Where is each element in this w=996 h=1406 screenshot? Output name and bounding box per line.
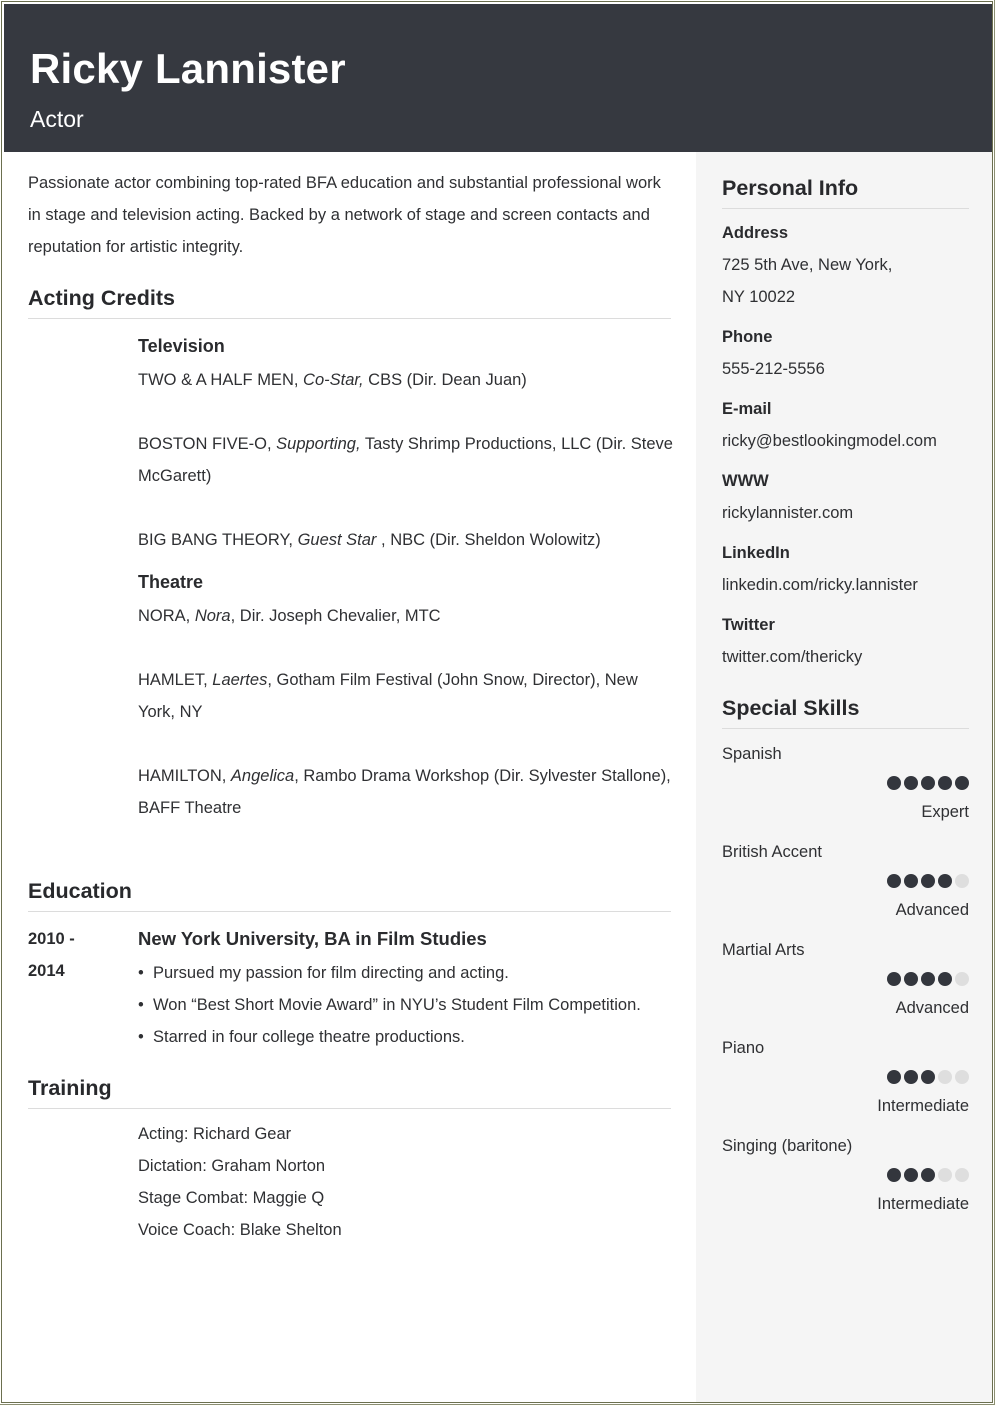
- training-heading: Training: [28, 1074, 671, 1109]
- credit-show: BIG BANG THEORY,: [138, 531, 298, 549]
- acting-credits-heading: Acting Credits: [28, 284, 671, 319]
- resume-header: Ricky Lannister Actor: [4, 4, 992, 152]
- skill-level: Advanced: [895, 901, 969, 919]
- credit-show: HAMILTON,: [138, 767, 231, 785]
- credit-show: BOSTON FIVE-O,: [138, 435, 277, 453]
- sidebar: Personal Info Address 725 5th Ave, New Y…: [696, 152, 992, 1402]
- twitter-label: Twitter: [722, 616, 775, 634]
- email-value: ricky@bestlookingmodel.com: [722, 432, 937, 450]
- rating-dot-empty: [938, 1070, 952, 1084]
- rating-dot-empty: [955, 972, 969, 986]
- phone-label: Phone: [722, 328, 773, 346]
- rating-dot-filled: [921, 1070, 935, 1084]
- candidate-name: Ricky Lannister: [30, 45, 346, 92]
- www-value: rickylannister.com: [722, 504, 854, 522]
- rating-dot-filled: [887, 874, 901, 888]
- education-date-start: 2010 -: [28, 930, 75, 948]
- training-item: Dictation: Graham Norton: [138, 1157, 326, 1175]
- rating-dot-filled: [887, 1168, 901, 1182]
- www-label: WWW: [722, 472, 769, 490]
- rating-dot-filled: [938, 776, 952, 790]
- education-bullet: Pursued my passion for film directing an…: [138, 957, 678, 989]
- linkedin-label: LinkedIn: [722, 544, 790, 562]
- rating-dot-filled: [904, 776, 918, 790]
- credit-item: TWO & A HALF MEN, Co-Star, CBS (Dir. Dea…: [138, 364, 673, 396]
- summary-paragraph: Passionate actor combining top-rated BFA…: [28, 174, 661, 256]
- skill-name: Piano: [722, 1039, 765, 1057]
- rating-dot-filled: [887, 776, 901, 790]
- twitter-value: twitter.com/thericky: [722, 648, 863, 666]
- skill-rating: [887, 1168, 969, 1182]
- credit-details: CBS (Dir. Dean Juan): [363, 371, 527, 389]
- rating-dot-filled: [921, 1168, 935, 1182]
- education-date-end: 2014: [28, 962, 65, 980]
- credit-role: Co-Star,: [303, 371, 364, 389]
- skill-rating: [887, 972, 969, 986]
- rating-dot-filled: [921, 972, 935, 986]
- credit-role: Angelica: [230, 767, 295, 785]
- education-bullet: Won “Best Short Movie Award” in NYU’s St…: [138, 989, 678, 1021]
- rating-dot-filled: [887, 1070, 901, 1084]
- credit-role: Laertes: [212, 671, 268, 689]
- personal-info-heading: Personal Info: [722, 174, 969, 209]
- skill-rating: [887, 1070, 969, 1084]
- skill-name: Spanish: [722, 745, 782, 763]
- candidate-title: Actor: [30, 106, 84, 132]
- television-heading: Television: [138, 336, 225, 356]
- skill-level: Intermediate: [877, 1097, 969, 1115]
- rating-dot-empty: [955, 1168, 969, 1182]
- education-school: New York University, BA in Film Studies: [138, 928, 487, 949]
- rating-dot-filled: [904, 1168, 918, 1182]
- rating-dot-empty: [955, 1070, 969, 1084]
- linkedin-value: linkedin.com/ricky.lannister: [722, 576, 918, 594]
- skill-rating: [887, 874, 969, 888]
- credit-show: HAMLET,: [138, 671, 213, 689]
- credit-item: BOSTON FIVE-O, Supporting, Tasty Shrimp …: [138, 428, 673, 492]
- rating-dot-filled: [938, 972, 952, 986]
- credit-details: , NBC (Dir. Sheldon Wolowitz): [376, 531, 601, 549]
- rating-dot-empty: [955, 874, 969, 888]
- resume-page: Ricky Lannister Actor Passionate actor c…: [0, 0, 995, 1405]
- rating-dot-filled: [887, 972, 901, 986]
- credit-item: BIG BANG THEORY, Guest Star , NBC (Dir. …: [138, 524, 673, 556]
- rating-dot-empty: [938, 1168, 952, 1182]
- phone-value: 555-212-5556: [722, 360, 825, 378]
- training-item: Stage Combat: Maggie Q: [138, 1189, 325, 1207]
- education-bullets: Pursued my passion for film directing an…: [138, 957, 678, 1053]
- credit-role: Nora: [194, 607, 231, 625]
- rating-dot-filled: [921, 776, 935, 790]
- skill-name: Martial Arts: [722, 941, 805, 959]
- credit-role: Supporting,: [276, 435, 361, 453]
- rating-dot-filled: [904, 874, 918, 888]
- skill-level: Expert: [921, 803, 969, 821]
- training-item: Acting: Richard Gear: [138, 1125, 292, 1143]
- credit-item: HAMLET, Laertes, Gotham Film Festival (J…: [138, 664, 673, 728]
- skill-level: Intermediate: [877, 1195, 969, 1213]
- address-value: 725 5th Ave, New York, NY 10022: [722, 256, 893, 306]
- skill-name: British Accent: [722, 843, 822, 861]
- skill-rating: [887, 776, 969, 790]
- credit-item: NORA, Nora, Dir. Joseph Chevalier, MTC: [138, 600, 673, 632]
- rating-dot-filled: [938, 874, 952, 888]
- credit-show: NORA,: [138, 607, 195, 625]
- rating-dot-filled: [921, 874, 935, 888]
- email-label: E-mail: [722, 400, 772, 418]
- address-label: Address: [722, 224, 789, 242]
- education-bullet: Starred in four college theatre producti…: [138, 1021, 678, 1053]
- skill-name: Singing (baritone): [722, 1137, 853, 1155]
- credit-details: , Dir. Joseph Chevalier, MTC: [230, 607, 441, 625]
- credit-item: HAMILTON, Angelica, Rambo Drama Workshop…: [138, 760, 673, 824]
- credit-role: Guest Star: [297, 531, 377, 549]
- rating-dot-filled: [904, 972, 918, 986]
- credit-show: TWO & A HALF MEN,: [138, 371, 304, 389]
- rating-dot-filled: [904, 1070, 918, 1084]
- training-item: Voice Coach: Blake Shelton: [138, 1221, 342, 1239]
- education-heading: Education: [28, 877, 671, 912]
- theatre-heading: Theatre: [138, 572, 204, 592]
- rating-dot-filled: [955, 776, 969, 790]
- special-skills-heading: Special Skills: [722, 694, 969, 729]
- skill-level: Advanced: [895, 999, 969, 1017]
